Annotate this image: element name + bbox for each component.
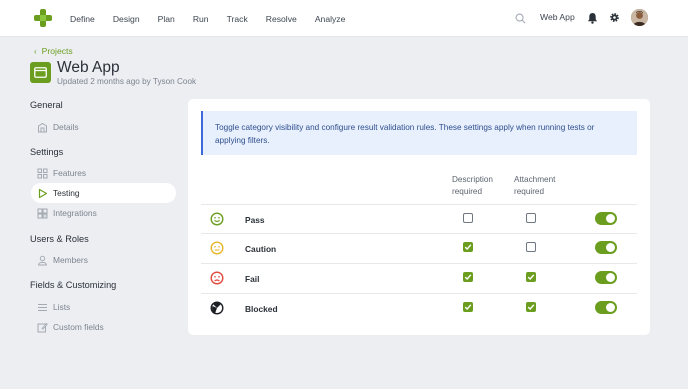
breadcrumb[interactable]: ‹ Projects: [34, 46, 73, 56]
sidebar-item-label: Testing: [53, 188, 80, 198]
edit-icon: [37, 322, 48, 333]
sidebar-item-details[interactable]: Details: [31, 117, 176, 137]
sidebar-item-label: Features: [53, 168, 87, 178]
attachment-required-checkbox[interactable]: [526, 242, 536, 252]
user-icon: [37, 255, 48, 266]
result-row-caution: Caution: [201, 233, 637, 263]
nav-run[interactable]: Run: [193, 14, 209, 24]
sad-face-icon: [210, 271, 224, 285]
sidebar-item-label: Details: [53, 122, 79, 132]
visibility-toggle[interactable]: [595, 212, 617, 225]
description-required-checkbox[interactable]: [463, 302, 473, 312]
user-avatar[interactable]: [631, 9, 648, 26]
nav-plan[interactable]: Plan: [158, 14, 175, 24]
description-required-checkbox[interactable]: [463, 213, 473, 223]
check-icon: [464, 304, 472, 311]
visibility-toggle[interactable]: [595, 271, 617, 284]
building-icon: [37, 122, 48, 133]
project-switcher[interactable]: Web App: [540, 12, 575, 22]
toggle-knob: [606, 303, 615, 312]
page-subtitle: Updated 2 months ago by Tyson Cook: [57, 77, 197, 86]
testing-settings-card: Toggle category visibility and configure…: [188, 99, 650, 335]
search-icon[interactable]: [515, 13, 526, 24]
gear-icon[interactable]: [609, 12, 620, 23]
main-nav: Define Design Plan Run Track Resolve Ana…: [70, 0, 363, 37]
column-header-description: Description required: [452, 175, 493, 196]
sidebar-item-custom-fields[interactable]: Custom fields: [31, 317, 176, 337]
sidebar-item-lists[interactable]: Lists: [31, 297, 176, 317]
check-icon: [464, 274, 472, 281]
info-banner: Toggle category visibility and configure…: [201, 111, 637, 155]
nav-track[interactable]: Track: [227, 14, 248, 24]
breadcrumb-projects[interactable]: Projects: [42, 46, 73, 56]
visibility-toggle[interactable]: [595, 301, 617, 314]
list-icon: [37, 302, 48, 313]
result-label: Caution: [245, 244, 277, 254]
toggle-knob: [606, 214, 615, 223]
toggle-knob: [606, 243, 615, 252]
description-required-checkbox[interactable]: [463, 272, 473, 282]
sidebar-item-label: Lists: [53, 302, 71, 312]
puzzle-icon: [37, 208, 48, 219]
nav-analyze[interactable]: Analyze: [315, 14, 346, 24]
sidebar-item-integrations[interactable]: Integrations: [31, 203, 176, 223]
attachment-required-checkbox[interactable]: [526, 272, 536, 282]
project-icon: [30, 62, 51, 83]
sidebar-item-members[interactable]: Members: [31, 250, 176, 270]
neutral-face-icon: [210, 241, 224, 255]
description-required-checkbox[interactable]: [463, 242, 473, 252]
sidebar-item-label: Integrations: [53, 208, 97, 218]
bell-icon[interactable]: [587, 12, 598, 24]
app-logo-icon[interactable]: [33, 8, 53, 28]
attachment-required-checkbox[interactable]: [526, 302, 536, 312]
attachment-required-checkbox[interactable]: [526, 213, 536, 223]
sidebar-heading-settings: Settings: [30, 147, 64, 157]
top-bar: Define Design Plan Run Track Resolve Ana…: [0, 0, 688, 37]
sidebar-item-features[interactable]: Features: [31, 163, 176, 183]
column-header-attachment: Attachment required: [514, 175, 556, 196]
result-label: Pass: [245, 215, 265, 225]
check-icon: [464, 244, 472, 251]
toggle-knob: [606, 273, 615, 282]
result-row-pass: Pass: [201, 204, 637, 234]
sidebar-heading-fields: Fields & Customizing: [30, 280, 117, 290]
sidebar-item-testing[interactable]: Testing: [31, 183, 176, 203]
nav-design[interactable]: Design: [113, 14, 140, 24]
sidebar-item-label: Custom fields: [53, 322, 104, 332]
result-row-fail: Fail: [201, 263, 637, 293]
chevron-left-icon: ‹: [34, 46, 37, 56]
sidebar-item-label: Members: [53, 255, 88, 265]
visibility-toggle[interactable]: [595, 241, 617, 254]
nav-define[interactable]: Define: [70, 14, 95, 24]
result-label: Blocked: [245, 304, 278, 314]
blocked-icon: [210, 301, 224, 315]
page-title: Web App: [57, 59, 120, 76]
result-label: Fail: [245, 274, 260, 284]
play-icon: [37, 188, 48, 199]
nav-resolve[interactable]: Resolve: [266, 14, 297, 24]
check-icon: [527, 304, 535, 311]
smile-icon: [210, 212, 224, 226]
grid-icon: [37, 168, 48, 179]
check-icon: [527, 274, 535, 281]
sidebar-heading-general: General: [30, 100, 63, 110]
sidebar-heading-users: Users & Roles: [30, 234, 89, 244]
result-row-blocked: Blocked: [201, 293, 637, 323]
